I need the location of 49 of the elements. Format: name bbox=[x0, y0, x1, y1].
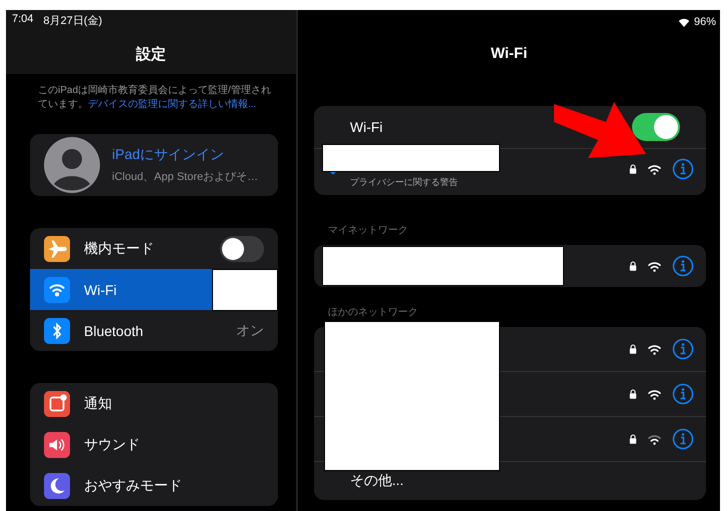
wifi-toggle[interactable] bbox=[632, 113, 680, 141]
sidebar-title: 設定 bbox=[134, 45, 167, 64]
bluetooth-icon bbox=[44, 318, 70, 344]
battery-percent: 96% bbox=[694, 16, 716, 28]
info-icon[interactable] bbox=[672, 383, 694, 405]
info-icon[interactable] bbox=[672, 158, 694, 180]
settings-label: Wi-Fi bbox=[84, 282, 118, 298]
info-icon[interactable] bbox=[672, 255, 694, 277]
settings-label: 通知 bbox=[84, 394, 113, 412]
wifi-signal-icon bbox=[647, 164, 662, 174]
info-icon[interactable] bbox=[672, 338, 694, 360]
account-card[interactable]: iPadにサインイン iCloud、App Storeおよびそ… bbox=[30, 134, 278, 196]
status-time: 7:04 bbox=[12, 13, 34, 27]
settings-label: おやすみモード bbox=[84, 476, 183, 494]
settings-label: Bluetooth bbox=[84, 322, 144, 338]
settings-item[interactable]: Wi-Fi bbox=[30, 269, 278, 310]
wifi-label: Wi-Fi bbox=[350, 119, 384, 135]
privacy-warning: プライバシーに関する警告 bbox=[350, 176, 458, 189]
lock-icon bbox=[629, 434, 637, 444]
settings-item[interactable]: 通知 bbox=[30, 383, 278, 424]
sound-icon bbox=[44, 432, 70, 458]
settings-item[interactable]: 機内モード bbox=[30, 228, 278, 269]
settings-item[interactable]: Bluetooth オン bbox=[30, 310, 278, 351]
lock-icon bbox=[629, 164, 637, 174]
airplane-toggle[interactable] bbox=[220, 236, 264, 262]
lock-icon bbox=[629, 261, 637, 271]
sign-in-title: iPadにサインイン bbox=[112, 146, 226, 164]
wifi-icon bbox=[44, 276, 70, 302]
supervision-note: このiPadは岡崎市教育委員会によって監理/管理されています。デバイスの監理に関する詳しい情報... bbox=[38, 84, 272, 112]
settings-value: オン bbox=[236, 322, 264, 340]
redaction-box bbox=[212, 268, 278, 310]
avatar-icon bbox=[44, 137, 100, 193]
supervision-link[interactable]: デバイスの監理に関する詳しい情報... bbox=[88, 99, 256, 110]
section-header: ほかのネットワーク bbox=[327, 306, 419, 320]
moon-icon bbox=[44, 472, 70, 498]
sign-in-subtitle: iCloud、App Storeおよびそ… bbox=[112, 170, 258, 184]
page-title: Wi-Fi bbox=[490, 45, 528, 62]
wifi-status-icon bbox=[678, 18, 690, 26]
info-icon[interactable] bbox=[672, 428, 694, 450]
notifications-icon bbox=[44, 390, 70, 416]
status-date: 8月27日(金) bbox=[43, 14, 102, 29]
section-header: マイネットワーク bbox=[327, 224, 409, 238]
settings-label: 機内モード bbox=[84, 240, 155, 258]
settings-item[interactable]: おやすみモード bbox=[30, 465, 278, 506]
airplane-icon bbox=[44, 236, 70, 262]
lock-icon bbox=[629, 344, 637, 354]
settings-label: サウンド bbox=[84, 436, 141, 454]
lock-icon bbox=[629, 389, 637, 399]
settings-item[interactable]: サウンド bbox=[30, 424, 278, 465]
